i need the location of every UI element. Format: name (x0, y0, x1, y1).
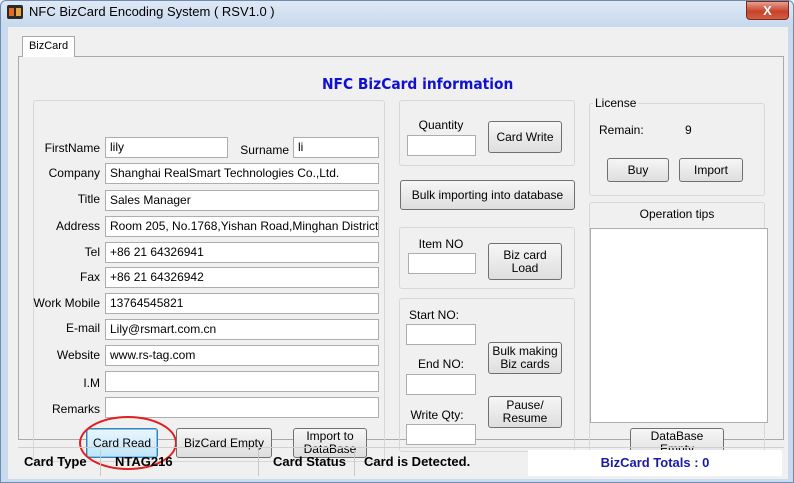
surname-label: Surname (240, 143, 289, 157)
bulk-import-button[interactable]: Bulk importing into database (400, 180, 575, 210)
fax-label: Fax (79, 270, 100, 284)
remain-value: 9 (685, 123, 692, 137)
start-no-label: Start NO: (408, 308, 459, 322)
end-no-label: End NO: (417, 357, 465, 371)
status-bar: Card Type NTAG216 Card Status Card is De… (18, 447, 784, 477)
firstname-label: FirstName (44, 141, 100, 155)
close-button[interactable]: X (746, 1, 789, 20)
fax-field[interactable]: +86 21 64326942 (105, 267, 379, 288)
company-label: Company (48, 166, 100, 180)
address-label: Address (55, 219, 100, 233)
app-window: NFC BizCard Encoding System ( RSV1.0 ) X… (0, 0, 794, 483)
card-type-label: Card Type (24, 454, 87, 469)
license-group (589, 103, 765, 196)
bulk-making-button[interactable]: Bulk making Biz cards (488, 342, 562, 374)
end-no-field[interactable] (406, 374, 476, 395)
pause-resume-button[interactable]: Pause/ Resume (488, 396, 562, 428)
import-button[interactable]: Import (679, 158, 743, 182)
title-bar: NFC BizCard Encoding System ( RSV1.0 ) X (1, 1, 793, 23)
im-field[interactable] (105, 371, 379, 392)
page-title: NFC BizCard information (322, 75, 514, 93)
biz-card-load-button[interactable]: Biz card Load (488, 243, 562, 280)
operation-tips-title: Operation tips (639, 207, 715, 221)
title-label: Title (77, 192, 100, 206)
item-no-label: Item NO (418, 237, 464, 251)
quantity-label: Quantity (418, 118, 464, 132)
window-title: NFC BizCard Encoding System ( RSV1.0 ) (29, 4, 275, 19)
tel-field[interactable]: +86 21 64326941 (105, 242, 379, 263)
operation-tips-textarea[interactable] (590, 228, 768, 423)
card-status-label: Card Status (273, 454, 346, 469)
status-divider (258, 450, 259, 476)
app-logo-icon (7, 5, 23, 19)
item-no-field[interactable] (408, 253, 476, 274)
status-divider (100, 450, 101, 476)
email-field[interactable]: Lily@rsmart.com.cn (105, 319, 379, 340)
client-area: BizCard NFC BizCard information FirstNam… (8, 27, 788, 479)
work-mobile-label: Work Mobile (33, 296, 100, 310)
website-label: Website (56, 348, 100, 362)
firstname-field[interactable]: lily (105, 137, 228, 158)
tel-label: Tel (84, 245, 100, 259)
address-field[interactable]: Room 205, No.1768,Yishan Road,Minghan Di… (105, 216, 379, 237)
im-label: I.M (83, 376, 100, 390)
card-write-button[interactable]: Card Write (488, 121, 562, 153)
tab-bizcard[interactable]: BizCard (22, 36, 75, 57)
status-divider (354, 450, 355, 476)
start-no-field[interactable] (406, 324, 476, 345)
remain-label: Remain: (599, 123, 644, 137)
surname-field[interactable]: li (293, 137, 379, 158)
write-qty-label: Write Qty: (410, 408, 464, 422)
card-status-value: Card is Detected. (364, 454, 471, 469)
website-field[interactable]: www.rs-tag.com (105, 345, 379, 366)
email-label: E-mail (65, 321, 100, 335)
quantity-field[interactable] (407, 135, 476, 156)
title-field[interactable]: Sales Manager (105, 190, 379, 211)
company-field[interactable]: Shanghai RealSmart Technologies Co.,Ltd. (105, 163, 379, 184)
card-type-value: NTAG216 (115, 454, 173, 469)
remarks-label: Remarks (51, 402, 100, 416)
bizcard-totals: BizCard Totals : 0 (528, 450, 782, 476)
write-qty-field[interactable] (406, 424, 476, 445)
tab-page-bizcard: NFC BizCard information FirstName lily S… (18, 56, 784, 470)
license-title: License (593, 96, 639, 110)
buy-button[interactable]: Buy (607, 158, 669, 182)
remarks-field[interactable] (105, 397, 379, 418)
work-mobile-field[interactable]: 13764545821 (105, 293, 379, 314)
